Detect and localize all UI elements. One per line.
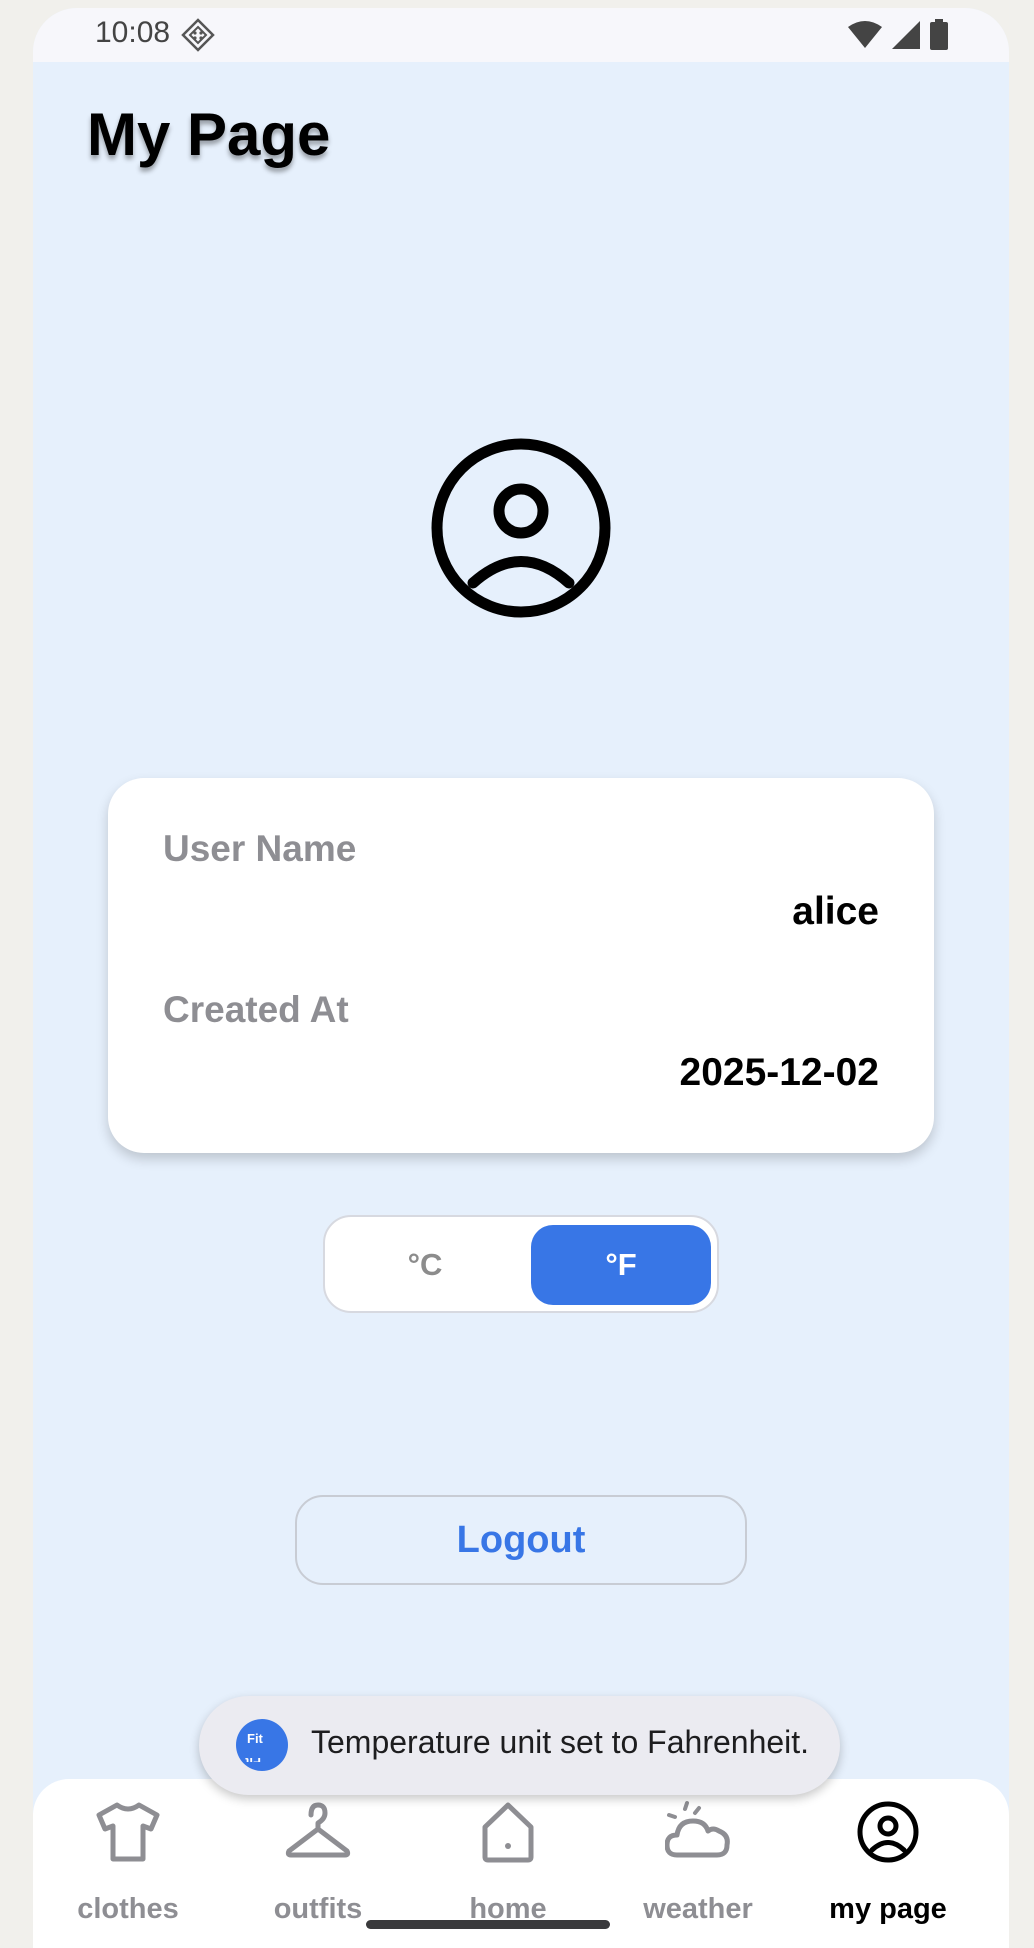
nav-item-my-page[interactable]: my page xyxy=(793,1779,983,1925)
status-bar: 10:08 xyxy=(33,8,1009,62)
nav-label: clothes xyxy=(77,1893,179,1925)
profile-info-card: User Name alice Created At 2025-12-02 xyxy=(108,778,934,1153)
app-screen: 10:08 My Page User Name alice Created At… xyxy=(33,8,1009,1948)
shirt-icon xyxy=(96,1802,160,1862)
hanger-icon xyxy=(285,1802,351,1858)
account-circle-icon xyxy=(431,438,611,618)
toast-message: Temperature unit set to Fahrenheit. xyxy=(311,1724,810,1760)
user-name-value: alice xyxy=(792,890,879,933)
page-title: My Page xyxy=(87,101,331,168)
created-at-value: 2025-12-02 xyxy=(679,1051,880,1094)
wifi-icon xyxy=(848,21,882,48)
svg-text:Fit: Fit xyxy=(245,1755,261,1762)
nav-label: weather xyxy=(643,1893,753,1925)
home-icon xyxy=(482,1802,534,1863)
nav-item-home[interactable]: home xyxy=(413,1779,603,1925)
account-circle-icon xyxy=(857,1801,919,1863)
sim-icon xyxy=(181,18,215,52)
nav-label: my page xyxy=(829,1893,947,1925)
user-name-label: User Name xyxy=(163,828,357,869)
home-indicator[interactable] xyxy=(366,1920,610,1929)
created-at-label: Created At xyxy=(163,989,349,1030)
cloud-sun-icon xyxy=(665,1801,730,1858)
nav-item-outfits[interactable]: outfits xyxy=(223,1779,413,1925)
logout-button[interactable]: Logout xyxy=(295,1495,747,1585)
toast-notification: Fit Fit Temperature unit set to Fahrenhe… xyxy=(199,1696,840,1795)
app-logo-icon: Fit Fit xyxy=(236,1719,288,1771)
temperature-unit-toggle: °C °F xyxy=(323,1215,719,1313)
battery-icon xyxy=(930,19,948,50)
status-icons xyxy=(847,18,949,52)
svg-text:Fit: Fit xyxy=(247,1731,264,1746)
nav-item-weather[interactable]: weather xyxy=(603,1779,793,1925)
celsius-option[interactable]: °C xyxy=(335,1225,515,1305)
cellular-signal-icon xyxy=(892,21,920,49)
nav-item-clothes[interactable]: clothes xyxy=(33,1779,223,1925)
fahrenheit-option[interactable]: °F xyxy=(531,1225,711,1305)
status-time: 10:08 xyxy=(95,16,171,49)
